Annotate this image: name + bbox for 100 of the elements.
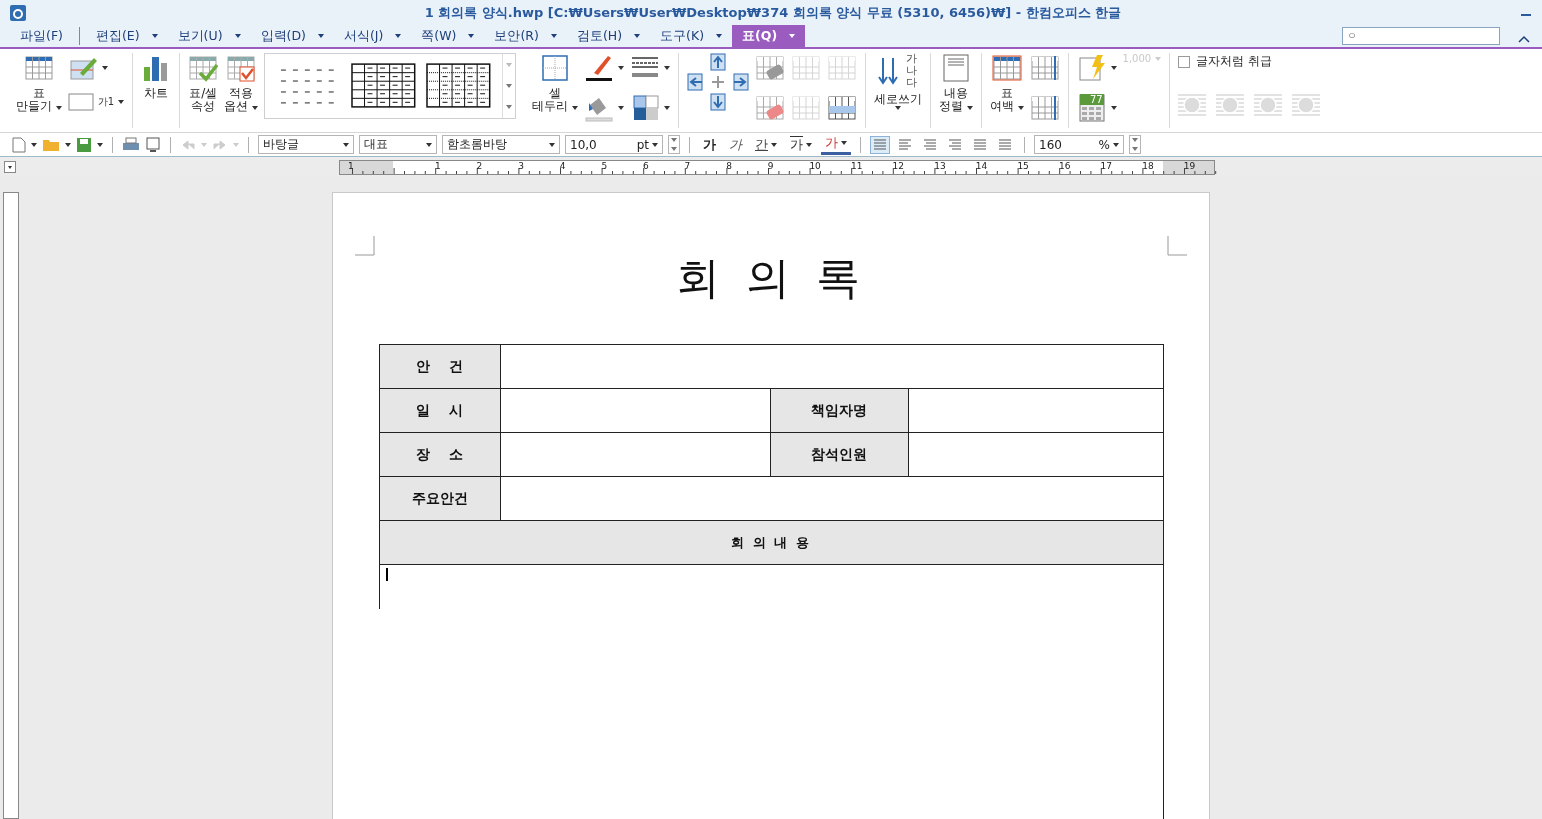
menu-tab[interactable]: 쪽(W)	[411, 25, 485, 47]
font-combo[interactable]: 함초롬바탕	[442, 135, 560, 154]
table-style-preview[interactable]	[350, 62, 417, 110]
vertical-ruler[interactable]	[3, 192, 19, 819]
preview-icon[interactable]	[145, 136, 161, 153]
printer-icon[interactable]	[122, 136, 140, 153]
row-height-icon[interactable]	[1029, 93, 1060, 123]
new-document-icon[interactable]	[12, 136, 26, 153]
chart-label: 차트	[144, 87, 169, 100]
window-title: 1 회의록 양식.hwp [C:₩Users₩User₩Desktop₩374 회의록 양식 무료 (5310, 6456)₩] - 한컴오피스 한글	[423, 3, 1123, 22]
caption-button[interactable]: 가1	[67, 93, 125, 111]
cell-properties-button[interactable]: 표/셀 속성	[188, 53, 219, 113]
menu-tab[interactable]: 입력(D)	[250, 25, 334, 47]
label-cell[interactable]: 참석인원	[770, 433, 909, 477]
char-format-button[interactable]: 가	[699, 135, 720, 154]
split-cells-icon[interactable]	[790, 93, 821, 123]
style-kind-combo[interactable]: 대표	[359, 135, 437, 154]
caret-icon[interactable]	[151, 34, 158, 38]
ruler-number: 17	[1100, 160, 1113, 171]
caret-icon[interactable]	[468, 34, 475, 38]
menu-tab[interactable]: 도구(K)	[650, 25, 733, 47]
cell-border-icon[interactable]	[539, 53, 570, 83]
line-spacing-combo[interactable]: 160 %	[1034, 135, 1124, 154]
char-format-button[interactable]: 가	[786, 135, 816, 154]
ruler-number: 7	[684, 160, 691, 171]
apply-options-button[interactable]: 적용 옵션	[224, 53, 259, 113]
ruler-number: 16	[1059, 160, 1071, 171]
char-format-button[interactable]: 가	[725, 135, 746, 154]
caret-icon[interactable]	[716, 34, 723, 38]
menu-tab[interactable]: 보안(R)	[484, 25, 567, 47]
insert-row-above-icon[interactable]	[707, 53, 728, 71]
table-cell[interactable]	[500, 389, 771, 433]
app-logo-icon	[10, 4, 26, 21]
checkbox[interactable]	[1178, 55, 1191, 68]
brush-icon[interactable]	[583, 53, 614, 83]
menu-tab[interactable]: 검토(H)	[566, 25, 651, 47]
table-cell[interactable]	[500, 477, 1164, 521]
table-margin-button[interactable]: 표 여백	[989, 53, 1024, 113]
font-size-combo[interactable]: 10,0 pt	[565, 135, 663, 154]
menu-tab[interactable]: 파일(F)	[10, 25, 73, 47]
table-row-highlight-icon[interactable]	[826, 93, 857, 123]
cell-border-button[interactable]: 셀 테두리	[532, 53, 578, 113]
ruler-number: 4	[559, 160, 566, 171]
content-align-button[interactable]: 내용 정렬	[938, 53, 973, 113]
table-margin-icon	[991, 53, 1022, 83]
ruler-number: 18	[1142, 160, 1154, 171]
ruler-number: 14	[975, 160, 988, 171]
label-cell[interactable]: 일 시	[379, 389, 501, 433]
caret-icon[interactable]	[234, 34, 241, 38]
vertical-writing-button[interactable]: 가나다 세로쓰기	[873, 53, 922, 111]
ruler-corner-icon[interactable]	[4, 161, 16, 173]
ruler-number: 6	[643, 160, 649, 171]
label-cell[interactable]: 장 소	[379, 433, 501, 477]
row-height-icon[interactable]	[1029, 53, 1060, 83]
merge-cells-icon[interactable]	[790, 53, 821, 83]
caret-icon[interactable]	[317, 34, 324, 38]
ruler-number: 1	[348, 160, 354, 171]
insert-cells-drawing[interactable]	[686, 73, 749, 91]
char-format-button[interactable]: 간	[751, 135, 781, 154]
crop-mark	[1167, 236, 1187, 256]
menu-tab[interactable]: 표(Q)	[732, 25, 806, 47]
label-cell[interactable]: 안 건	[379, 345, 501, 389]
ruler-number: 19	[1183, 160, 1196, 171]
menu-tab[interactable]: 편집(E)	[85, 25, 168, 47]
label-cell[interactable]: 책임자명	[770, 389, 909, 433]
caret-icon[interactable]	[634, 34, 641, 38]
style-combo[interactable]: 바탕글	[258, 135, 354, 154]
table-eraser-icon[interactable]	[754, 93, 785, 123]
save-icon[interactable]	[76, 136, 92, 153]
horizontal-ruler[interactable]: 1 1 2 3 4 5 6 7 8 9 10 11 12 13 14 15 16 17 18 19	[339, 159, 1215, 175]
table-cell[interactable]	[500, 345, 1164, 389]
ruler-number: 12	[892, 160, 905, 171]
caret-icon[interactable]	[550, 34, 557, 38]
menu-tab[interactable]: 서식(J)	[333, 25, 412, 47]
menu-tab[interactable]: 보기(U)	[167, 25, 251, 47]
ruler-number: 11	[851, 160, 863, 171]
table-cell[interactable]	[908, 433, 1164, 477]
insert-row-below-icon[interactable]	[707, 93, 728, 111]
caption-box-icon	[67, 93, 94, 111]
table-cell[interactable]	[500, 433, 771, 477]
text-box-icon	[941, 53, 970, 83]
section-header-cell[interactable]: 회 의 내 용	[379, 521, 1164, 565]
table-cell[interactable]	[908, 389, 1164, 433]
table-checkbox-icon[interactable]	[226, 53, 257, 83]
label-cell[interactable]: 주요안건	[379, 477, 501, 521]
align-button[interactable]	[870, 135, 890, 154]
search-field[interactable]: ㅇ	[1342, 27, 1500, 45]
ruler-number: 3	[518, 160, 524, 171]
ruler-number: 8	[726, 160, 732, 171]
table-style-preview[interactable]	[426, 62, 493, 110]
chart-button[interactable]: 차트	[141, 53, 172, 100]
table-check-icon[interactable]	[188, 53, 219, 83]
document-title: 회 의 록	[676, 251, 866, 305]
collapse-ribbon-icon[interactable]	[1518, 35, 1530, 43]
caret-icon[interactable]	[395, 34, 402, 38]
checkbox-label: 글자처럼 취급	[1196, 53, 1272, 70]
table-eraser-icon[interactable]	[754, 53, 785, 83]
table-icon[interactable]	[23, 53, 54, 83]
ruler-number: 13	[934, 160, 946, 171]
make-table-button[interactable]: 표 만들기	[16, 53, 62, 113]
